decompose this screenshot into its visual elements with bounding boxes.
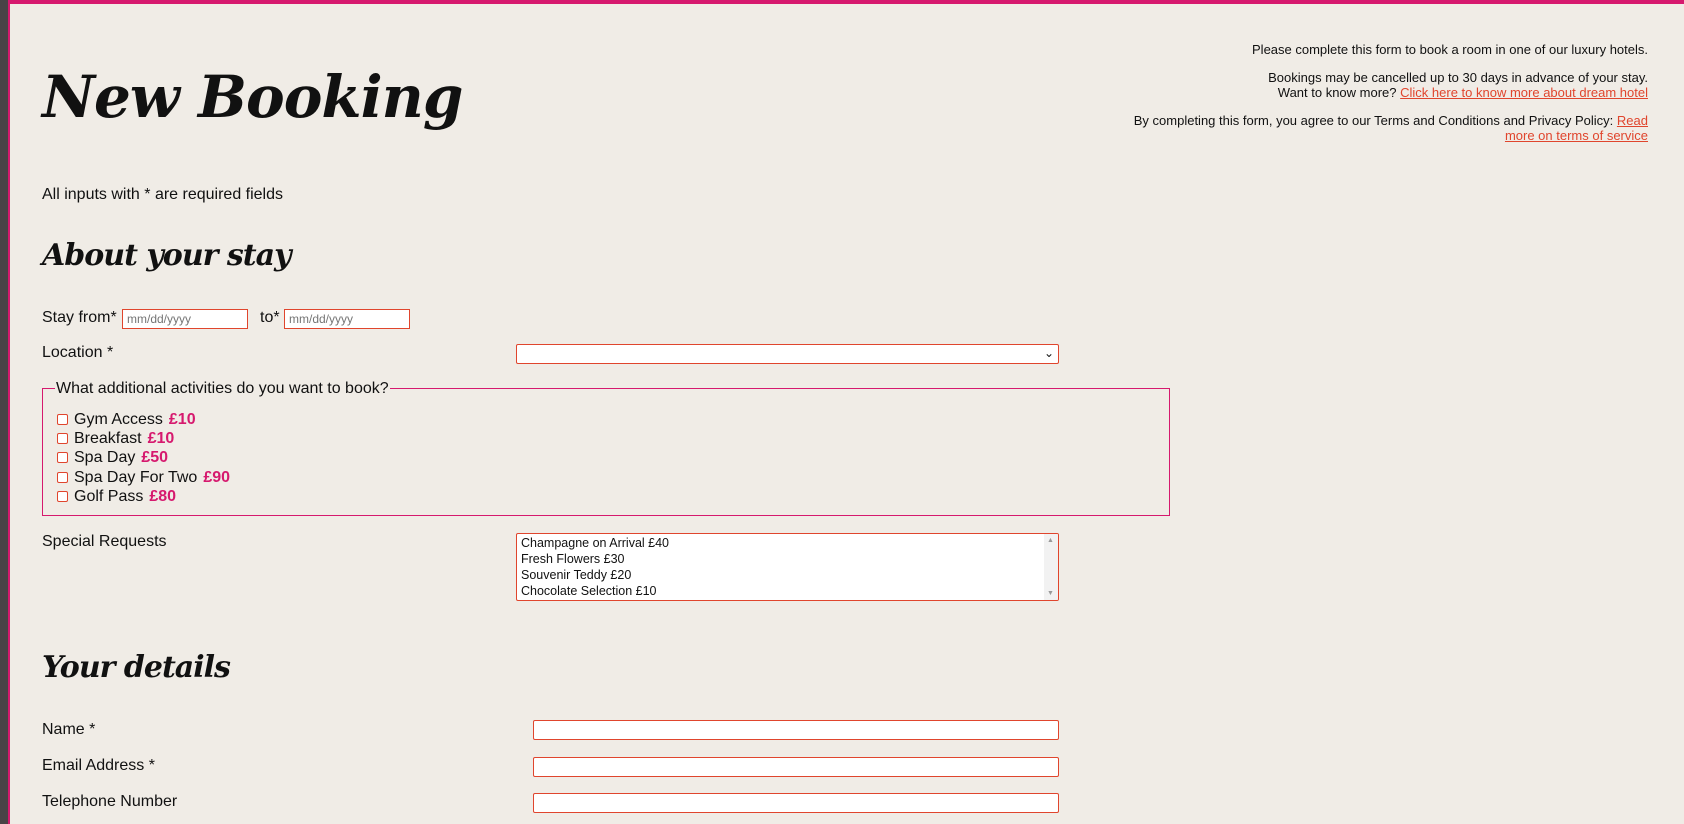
golf-pass-checkbox[interactable] (57, 491, 68, 502)
about-stay-heading: About your stay (42, 238, 291, 273)
activity-price: £50 (141, 448, 169, 466)
telephone-input[interactable] (533, 793, 1059, 813)
page-title: New Booking (42, 63, 463, 131)
your-details-heading: Your details (42, 650, 231, 685)
info-panel: Please complete this form to book a room… (1128, 42, 1648, 156)
activity-label: Spa Day (74, 448, 136, 466)
location-select[interactable]: ⌄ (516, 344, 1059, 364)
activity-price: £10 (168, 410, 196, 428)
info-terms: By completing this form, you agree to ou… (1128, 113, 1648, 143)
stay-from-label: Stay from* (42, 309, 117, 326)
telephone-label: Telephone Number (42, 793, 178, 810)
activity-label: Spa Day For Two (74, 468, 198, 486)
special-request-option[interactable]: Souvenir Teddy £20 (521, 568, 631, 582)
info-terms-text: By completing this form, you agree to ou… (1133, 113, 1614, 128)
breakfast-checkbox[interactable] (57, 433, 68, 444)
spa-day-for-two-checkbox[interactable] (57, 472, 68, 483)
activity-gym-access[interactable]: Gym Access £10 (57, 410, 196, 429)
name-label: Name * (42, 721, 96, 738)
required-note: All inputs with * are required fields (42, 186, 284, 203)
activities-legend: What additional activities do you want t… (55, 380, 390, 398)
gym-access-checkbox[interactable] (57, 414, 68, 425)
activity-spa-day[interactable]: Spa Day £50 (57, 448, 168, 467)
chevron-down-icon: ⌄ (1043, 346, 1054, 360)
special-requests-label: Special Requests (42, 533, 167, 550)
stay-from-date-input[interactable] (122, 309, 248, 329)
special-request-option[interactable]: Fresh Flowers £30 (521, 552, 625, 566)
scroll-down-arrow-icon[interactable]: ▼ (1047, 590, 1054, 597)
info-cancel-text: Bookings may be cancelled up to 30 days … (1268, 70, 1648, 85)
special-request-option[interactable]: Chocolate Selection £10 (521, 584, 657, 598)
activity-spa-day-for-two[interactable]: Spa Day For Two £90 (57, 468, 230, 487)
info-cancel: Bookings may be cancelled up to 30 days … (1128, 70, 1648, 100)
email-input[interactable] (533, 757, 1059, 777)
scroll-up-arrow-icon[interactable]: ▲ (1047, 537, 1054, 544)
activity-label: Gym Access (74, 410, 163, 428)
special-request-option[interactable]: Champagne on Arrival £40 (521, 536, 669, 550)
special-requests-listbox[interactable]: Champagne on Arrival £40 Fresh Flowers £… (516, 533, 1059, 601)
location-label: Location * (42, 344, 114, 361)
activity-price: £80 (149, 487, 177, 505)
activities-fieldset: What additional activities do you want t… (42, 380, 1170, 516)
spa-day-checkbox[interactable] (57, 452, 68, 463)
activity-price: £10 (147, 429, 175, 447)
activity-price: £90 (203, 468, 231, 486)
booking-page: New Booking Please complete this form to… (8, 0, 1684, 824)
activity-breakfast[interactable]: Breakfast £10 (57, 429, 174, 448)
stay-to-label: to* (260, 309, 280, 326)
activity-label: Golf Pass (74, 487, 144, 505)
stay-to-date-input[interactable] (284, 309, 410, 329)
info-intro: Please complete this form to book a room… (1252, 42, 1648, 57)
info-know-more-text: Want to know more? (1277, 85, 1397, 100)
activity-label: Breakfast (74, 429, 142, 447)
email-label: Email Address * (42, 757, 155, 774)
activity-golf-pass[interactable]: Golf Pass £80 (57, 487, 176, 506)
know-more-link[interactable]: Click here to know more about dream hote… (1400, 85, 1648, 100)
name-input[interactable] (533, 720, 1059, 740)
listbox-scrollbar[interactable]: ▲ ▼ (1044, 534, 1058, 600)
